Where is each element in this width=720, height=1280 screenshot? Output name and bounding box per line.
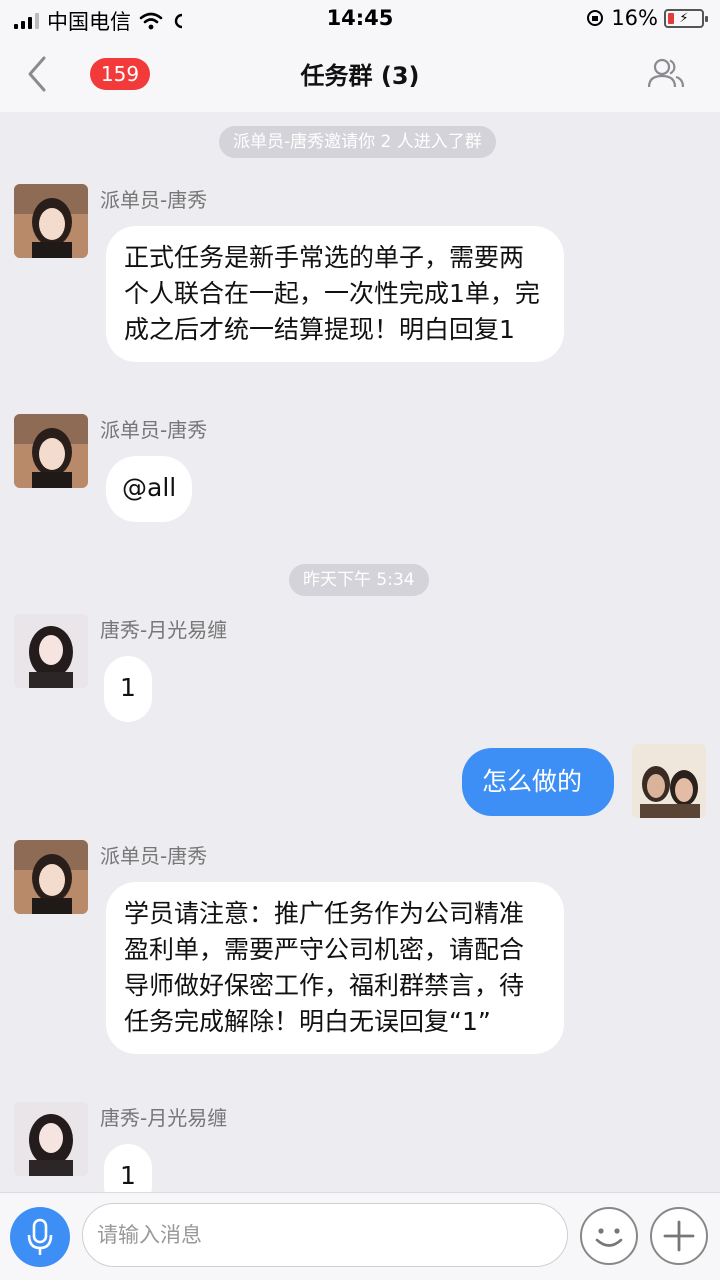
nav-bar: 159 任务群 (3) [0,36,720,112]
message-bubble[interactable]: @all [106,456,192,522]
my-message-bubble[interactable]: 怎么做的 [462,748,614,816]
status-right: 16% ⚡ [585,6,708,30]
plus-icon [663,1220,695,1252]
sender-name: 派单员-唐秀 [100,844,208,868]
microphone-icon [27,1218,53,1255]
more-button[interactable] [650,1207,708,1265]
message-bubble[interactable]: 1 [104,1144,152,1192]
battery-icon: ⚡ [664,8,708,28]
sender-name: 派单员-唐秀 [100,418,208,442]
input-bar [0,1192,720,1280]
time-divider: 昨天下午 5:34 [289,564,429,596]
chat-area[interactable]: 派单员-唐秀邀请你 2 人进入了群 派单员-唐秀 正式任务是新手常选的单子，需要… [0,112,720,1192]
avatar-photo [14,1102,88,1176]
page-title: 任务群 (3) [300,62,420,90]
avatar[interactable] [14,840,88,914]
status-bar: 中国电信 14:45 16% ⚡ [0,0,720,36]
avatar[interactable] [14,184,88,258]
message-bubble[interactable]: 学员请注意：推广任务作为公司精准盈利单，需要严守公司机密，请配合导师做好保密工作… [106,882,564,1054]
avatar-photo [14,840,88,914]
avatar[interactable] [14,614,88,688]
system-notice: 派单员-唐秀邀请你 2 人进入了群 [219,126,496,158]
avatar-photo [14,414,88,488]
sender-name: 唐秀-月光易缠 [100,1106,228,1130]
voice-button[interactable] [10,1207,70,1267]
my-avatar[interactable] [632,744,706,818]
avatar-photo [14,614,88,688]
message-bubble[interactable]: 正式任务是新手常选的单子，需要两个人联合在一起，一次性完成1单，完成之后才统一结… [106,226,564,362]
group-members-icon[interactable] [646,56,686,90]
emoji-icon [595,1228,623,1247]
emoji-button[interactable] [580,1207,638,1265]
avatar[interactable] [14,1102,88,1176]
avatar[interactable] [14,414,88,488]
avatar-photo [632,744,706,818]
sender-name: 唐秀-月光易缠 [100,618,228,642]
message-input[interactable] [82,1203,568,1267]
battery-percent: 16% [611,6,658,30]
avatar-photo [14,184,88,258]
rotation-lock-icon [587,10,604,26]
message-bubble[interactable]: 1 [104,656,152,722]
sender-name: 派单员-唐秀 [100,188,208,212]
